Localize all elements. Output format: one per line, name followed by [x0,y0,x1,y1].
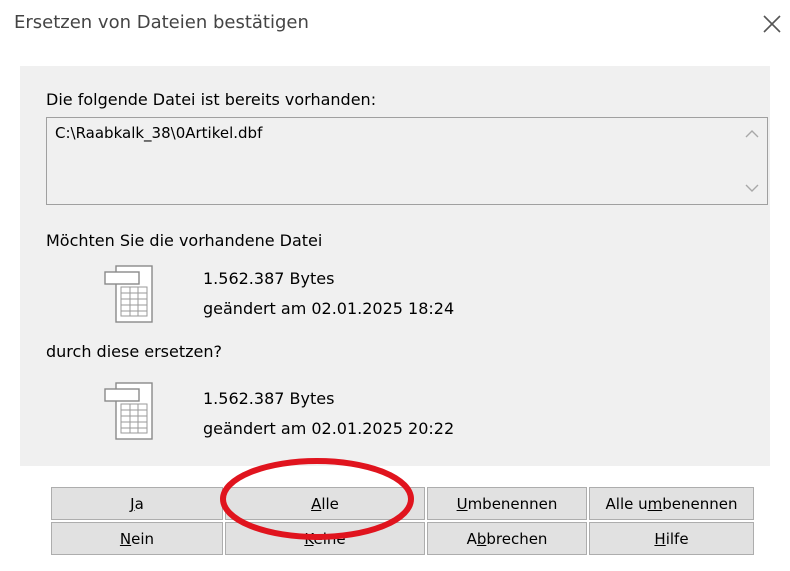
existing-file-size: 1.562.387 Bytes [203,269,335,288]
spreadsheet-file-icon [104,382,153,440]
hilfe-button[interactable]: Hilfe [589,522,754,555]
alle-umbenennen-button[interactable]: Alle umbenennen [589,487,754,520]
nein-button[interactable]: Nein [51,522,223,555]
window-title: Ersetzen von Dateien bestätigen [14,12,309,33]
existing-file-info: 1.562.387 Bytes geändert am 02.01.2025 1… [203,264,454,324]
ja-label-rest: a [134,495,144,513]
new-file-modified: geändert am 02.01.2025 20:22 [203,419,455,438]
hilfe-label-rest: ilfe [665,530,689,548]
alle-button[interactable]: Alle [225,487,425,520]
keine-button[interactable]: Keine [225,522,425,555]
new-file-info: 1.562.387 Bytes geändert am 02.01.2025 2… [203,384,454,444]
scroll-down-icon[interactable] [745,184,759,192]
abbrechen-button[interactable]: Abbrechen [427,522,587,555]
umbenennen-mnemonic: U [456,495,468,513]
alle-mnemonic: A [311,495,322,513]
abbrechen-label-rest: brechen [486,530,548,548]
title-bar: Ersetzen von Dateien bestätigen [0,0,790,48]
alle-umbenennen-label-start: Alle u [605,495,648,513]
nein-mnemonic: N [119,530,132,548]
file-path-text: C:\Raabkalk_38\0Artikel.dbf [55,124,263,142]
ja-button[interactable]: Ja [51,487,223,520]
keine-label-rest: eine [313,530,346,548]
close-icon [763,15,781,33]
umbenennen-button[interactable]: Umbenennen [427,487,587,520]
hilfe-mnemonic: H [654,530,666,548]
abbrechen-label-start: A [466,530,477,548]
spreadsheet-file-icon [104,265,153,323]
abbrechen-mnemonic: b [476,530,487,548]
existing-file-modified: geändert am 02.01.2025 18:24 [203,299,455,318]
replace-question-label: Möchten Sie die vorhandene Datei [46,231,323,250]
nein-label-rest: ein [131,530,155,548]
scroll-up-icon[interactable] [745,130,759,138]
path-scrollbar[interactable] [737,118,767,204]
umbenennen-label-rest: mbenennen [467,495,558,513]
alle-umbenennen-mnemonic: m [647,495,663,513]
alle-label-rest: lle [321,495,339,513]
replace-with-label: durch diese ersetzen? [46,342,223,361]
file-exists-label: Die folgende Datei ist bereits vorhanden… [46,90,377,109]
alle-umbenennen-label-rest: benennen [662,495,738,513]
close-button[interactable] [758,10,786,38]
button-bar: Ja Alle Umbenennen Alle umbenennen Nein … [40,482,770,562]
new-file-size: 1.562.387 Bytes [203,389,335,408]
file-path-box: C:\Raabkalk_38\0Artikel.dbf [46,117,768,205]
